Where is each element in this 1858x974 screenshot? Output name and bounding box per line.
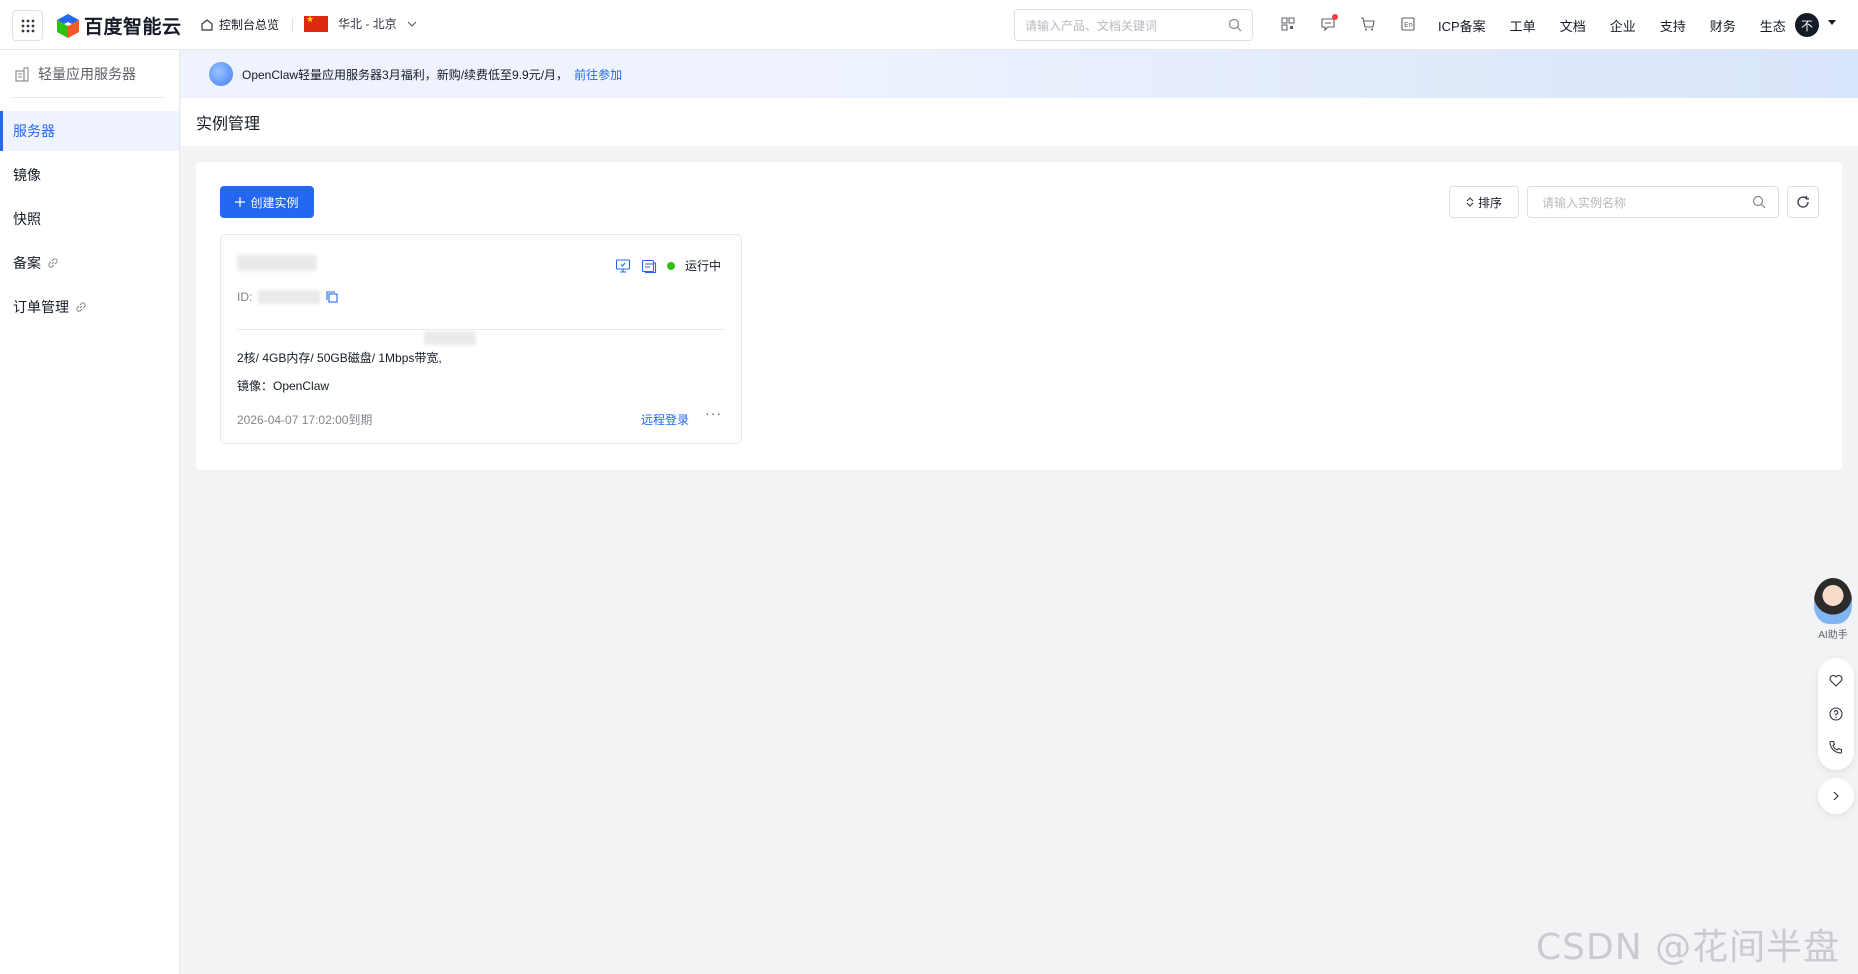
refresh-icon [1797,196,1809,208]
china-flag-icon [304,14,328,32]
remote-login-link[interactable]: 远程登录 [641,411,689,428]
sidebar: 轻量应用服务器 服务器 镜像 快照 备案 订单管理 [0,50,180,974]
search-icon[interactable] [1752,195,1766,209]
building-icon [15,67,29,82]
home-icon [201,18,213,31]
external-link-icon [76,302,86,312]
cloud-icon [209,62,233,86]
instance-ip-redacted [424,331,476,345]
console-overview-link[interactable]: 控制台总览 [200,16,279,33]
instance-id-redacted [258,290,321,304]
top-navbar: 百度智能云 控制台总览 华北 - 北京 请输入产品、文档关键词 [0,0,1858,50]
page-header: 实例管理 [181,98,1858,146]
sidebar-item-icp[interactable]: 备案 [0,243,179,283]
csdn-watermark: CSDN @花间半盘棋 [1536,927,1841,968]
more-actions-icon[interactable]: ··· [705,405,722,421]
instance-status: 运行中 [615,257,721,274]
logo-text: 百度智能云 [84,17,182,38]
top-link-docs[interactable]: 文档 [1560,16,1586,35]
top-link-enterprise[interactable]: 企业 [1610,16,1636,35]
external-link-icon [48,258,58,268]
sidebar-title: 轻量应用服务器 [14,64,136,84]
sort-button[interactable]: 排序 [1449,186,1519,218]
heart-icon[interactable] [1828,673,1844,689]
banner-text: OpenClaw轻量应用服务器3月福利，新购/续费低至9.9元/月， [242,67,569,82]
user-avatar[interactable]: 不 [1795,13,1819,37]
sidebar-item-orders[interactable]: 订单管理 [0,287,179,327]
create-instance-label: 创建实例 [250,195,299,210]
top-link-ticket[interactable]: 工单 [1510,16,1536,35]
collapse-toolbar-button[interactable] [1818,778,1854,814]
svg-text:En: En [1404,21,1413,29]
sidebar-item-snapshots[interactable]: 快照 [0,199,179,239]
search-icon[interactable] [1228,18,1242,32]
sidebar-item-label: 订单管理 [13,299,69,315]
create-instance-button[interactable]: 创建实例 [220,186,314,218]
ai-assistant-avatar [1814,578,1852,624]
ai-assistant[interactable]: AI助手 [1813,578,1853,644]
refresh-button[interactable] [1787,186,1819,218]
plus-icon [235,197,246,207]
message-icon[interactable] [1318,14,1338,34]
card-divider [237,329,725,330]
floating-toolbar [1818,658,1854,770]
global-search-input[interactable]: 请输入产品、文档关键词 [1014,9,1253,41]
sidebar-item-servers[interactable]: 服务器 [0,111,179,151]
region-label: 华北 - 北京 [338,17,397,31]
instance-id-label: ID: [237,290,253,304]
instance-list-panel: 创建实例 排序 请输入实例名称 ID: 运行中 2核/ 4GB内存/ 50GB磁… [196,162,1842,470]
console-overview-label: 控制台总览 [219,18,280,32]
top-link-ecosystem[interactable]: 生态 [1760,16,1786,35]
help-icon[interactable] [1828,706,1844,722]
sidebar-item-label: 快照 [13,211,41,227]
brand-logo[interactable]: 百度智能云 [56,12,182,39]
top-link-finance[interactable]: 财务 [1710,16,1736,35]
instance-spec: 2核/ 4GB内存/ 50GB磁盘/ 1Mbps带宽, [237,349,442,366]
sidebar-title-label: 轻量应用服务器 [38,66,136,82]
instance-search-placeholder: 请输入实例名称 [1542,195,1627,210]
sidebar-item-images[interactable]: 镜像 [0,155,179,195]
sort-icon [1466,197,1474,207]
top-link-support[interactable]: 支持 [1660,16,1686,35]
sidebar-item-label: 镜像 [13,167,41,183]
top-links: ICP备案 工单 文档 企业 支持 财务 生态 [1438,16,1786,35]
divider [292,18,293,32]
qrcode-icon[interactable] [1278,14,1298,34]
global-search-placeholder: 请输入产品、文档关键词 [1025,18,1158,33]
instance-card[interactable]: ID: 运行中 2核/ 4GB内存/ 50GB磁盘/ 1Mbps带宽, 镜像：O… [220,234,742,444]
monitor-icon[interactable] [615,258,631,274]
apps-menu-icon[interactable] [12,10,43,41]
region-selector[interactable]: 华北 - 北京 [304,14,417,32]
terminal-icon[interactable] [641,258,657,274]
instance-image: 镜像：OpenClaw [237,379,330,393]
instance-id-row: ID: [237,290,338,304]
top-link-icp[interactable]: ICP备案 [1438,16,1486,35]
banner-join-link[interactable]: 前往参加 [574,66,622,83]
phone-icon[interactable] [1828,739,1844,755]
page-title: 实例管理 [196,116,261,133]
sidebar-divider [12,97,165,98]
cart-icon[interactable] [1358,14,1378,34]
cube-logo-icon [57,13,79,38]
instance-search-input[interactable]: 请输入实例名称 [1527,186,1779,218]
chevron-down-icon [407,21,417,27]
language-icon[interactable]: En [1398,14,1418,34]
chevron-right-icon [1833,791,1839,801]
sort-label: 排序 [1477,195,1502,210]
notification-dot [1332,14,1338,20]
promo-banner: OpenClaw轻量应用服务器3月福利，新购/续费低至9.9元/月， 前往参加 [181,50,1858,98]
copy-icon[interactable] [326,291,338,303]
sidebar-item-label: 服务器 [13,123,55,139]
status-label: 运行中 [684,259,721,273]
instance-expire: 2026-04-07 17:02:00到期 [237,413,373,427]
instance-spec-text: 2核/ 4GB内存/ 50GB磁盘/ 1Mbps带宽, [237,351,442,365]
sidebar-item-label: 备案 [13,255,41,271]
status-running-dot [666,261,675,270]
ai-assistant-label: AI助手 [1818,630,1848,641]
caret-down-icon[interactable] [1828,20,1836,25]
top-icon-group: En [1278,14,1418,34]
instance-name-redacted [237,255,317,271]
